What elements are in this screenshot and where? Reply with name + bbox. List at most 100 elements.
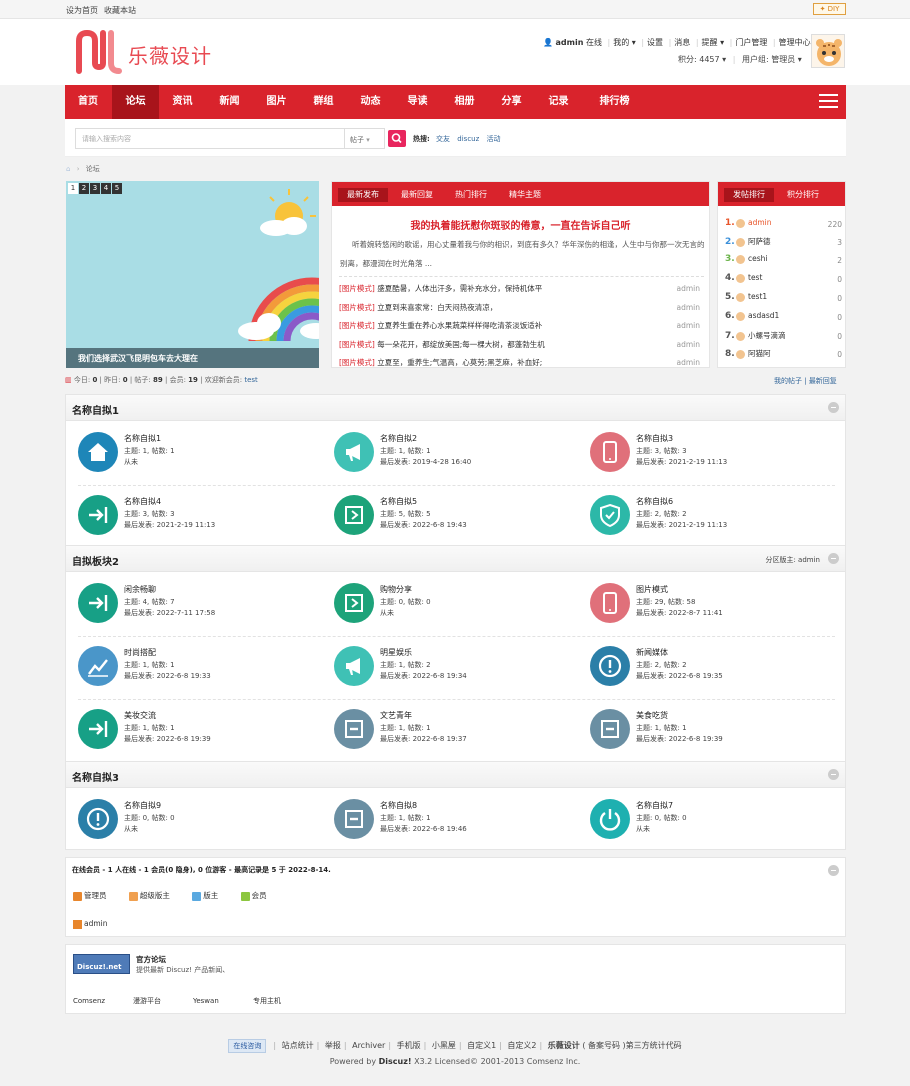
rank-name[interactable]: 阿萨德: [748, 237, 771, 246]
rank-name[interactable]: test1: [748, 292, 767, 301]
minus-box-icon[interactable]: [334, 709, 374, 749]
forum-item[interactable]: 美妆交流 主题: 1, 帖数: 1 最后发表: 2022-6-8 19:39: [66, 697, 316, 757]
forum-last-post[interactable]: 最后发表: 2021-2-19 11:13: [124, 520, 215, 530]
slider-page-5[interactable]: 5: [112, 183, 122, 194]
section-title[interactable]: 名称自拟3: [72, 769, 119, 784]
footer-link[interactable]: 自定义1: [467, 1041, 496, 1050]
nav-news[interactable]: 新闻: [206, 85, 253, 119]
nav-pictures[interactable]: 图片: [253, 85, 300, 119]
hot-link-2[interactable]: discuz: [457, 135, 479, 143]
online-consult-button[interactable]: 在线咨询: [228, 1039, 267, 1053]
link-yeswan[interactable]: Yeswan: [193, 997, 253, 1005]
tab-post-rank[interactable]: 发帖排行: [724, 188, 774, 202]
forum-name[interactable]: 名称自拟4: [124, 496, 161, 507]
collapse-icon[interactable]: [828, 402, 839, 413]
site-logo[interactable]: 乐薇设计: [75, 29, 225, 77]
forum-item[interactable]: 明星娱乐 主题: 1, 帖数: 2 最后发表: 2022-6-8 19:34: [322, 634, 572, 694]
news-tag[interactable]: [图片模式]: [339, 358, 375, 367]
news-tag[interactable]: [图片模式]: [339, 321, 375, 330]
points-link[interactable]: 积分: 4457: [678, 55, 720, 64]
minus-box-icon[interactable]: [334, 799, 374, 839]
forum-name[interactable]: 文艺青年: [380, 710, 412, 721]
forum-item[interactable]: 新闻媒体 主题: 2, 帖数: 2 最后发表: 2022-6-8 19:35: [578, 634, 828, 694]
forum-last-post[interactable]: 最后发表: 2022-6-8 19:43: [380, 520, 467, 530]
news-title[interactable]: 立夏至，重养生;气温高，心莫劳;黑芝麻，补血好;: [377, 358, 542, 367]
nav-guide[interactable]: 导读: [394, 85, 441, 119]
rank-row[interactable]: 8. 阿猫阿 0: [725, 348, 842, 364]
nav-forum[interactable]: 论坛: [112, 85, 159, 119]
rank-row[interactable]: 6. asdasd1 0: [725, 311, 842, 327]
footer-link[interactable]: 小黑屋: [432, 1041, 456, 1050]
online-summary[interactable]: 在线会员 - 1 人在线 - 1 会员(0 隐身), 0 位游客 - 最高记录是…: [72, 865, 331, 875]
collapse-icon[interactable]: [828, 769, 839, 780]
news-tag[interactable]: [图片模式]: [339, 303, 375, 312]
forum-last-post[interactable]: 从未: [636, 824, 650, 834]
reminders-link[interactable]: 提醒: [702, 38, 718, 47]
rank-row[interactable]: 2. 阿萨德 3: [725, 236, 842, 252]
slider-caption[interactable]: 我们选择武汉飞昆明包车去大理在: [66, 348, 319, 368]
forum-name[interactable]: 名称自拟5: [380, 496, 417, 507]
power-icon[interactable]: [590, 799, 630, 839]
discuz-logo[interactable]: Discuz!.net: [73, 954, 130, 974]
forum-item[interactable]: 名称自拟4 主题: 3, 帖数: 3 最后发表: 2021-2-19 11:13: [66, 483, 316, 543]
slider-page-3[interactable]: 3: [90, 183, 100, 194]
set-home-link[interactable]: 设为首页: [66, 6, 98, 15]
nav-news-info[interactable]: 资讯: [159, 85, 206, 119]
footer-link[interactable]: Archiver: [352, 1041, 385, 1050]
section-title[interactable]: 自拟板块2: [72, 553, 119, 568]
forum-last-post[interactable]: 从未: [124, 824, 138, 834]
news-tag[interactable]: [图片模式]: [339, 340, 375, 349]
news-title[interactable]: 立夏到来喜家常：白天闷热夜清凉，: [377, 303, 497, 312]
rank-name[interactable]: ceshi: [748, 254, 767, 263]
alert-icon[interactable]: [590, 646, 630, 686]
settings-link[interactable]: 设置: [647, 38, 663, 47]
forum-last-post[interactable]: 最后发表: 2022-6-8 19:33: [124, 671, 211, 681]
news-author[interactable]: admin: [677, 280, 701, 299]
forum-name[interactable]: 购物分享: [380, 584, 412, 595]
image-slider[interactable]: 12345 我们选择武汉飞昆明包车去大理在: [66, 181, 319, 368]
forum-item[interactable]: 名称自拟7 主题: 0, 帖数: 0 从未: [578, 787, 828, 847]
forum-item[interactable]: 闲余畅聊 主题: 4, 帖数: 7 最后发表: 2022-7-11 17:58: [66, 571, 316, 631]
arrow-in-icon[interactable]: [78, 709, 118, 749]
search-type-select[interactable]: 帖子 ▾: [345, 128, 385, 149]
new-member-link[interactable]: test: [244, 376, 257, 384]
nav-share[interactable]: 分享: [488, 85, 535, 119]
forum-last-post[interactable]: 最后发表: 2021-2-19 11:13: [636, 520, 727, 530]
news-title[interactable]: 立夏养生重在养心水果蔬菜样样得吃清茶淡饭适补: [377, 321, 542, 330]
latest-replies-link[interactable]: 最新回复: [809, 377, 837, 385]
powered-brand[interactable]: Discuz!: [379, 1057, 412, 1066]
forum-name[interactable]: 名称自拟8: [380, 800, 417, 811]
my-posts-link[interactable]: 我的帖子: [774, 377, 802, 385]
news-item[interactable]: [图片模式] 立夏至，重养生;气温高，心莫劳;黑芝麻，补血好; admin: [339, 354, 704, 373]
bookmark-link[interactable]: 收藏本站: [104, 6, 136, 15]
forum-item[interactable]: 名称自拟5 主题: 5, 帖数: 5 最后发表: 2022-6-8 19:43: [322, 483, 572, 543]
nav-home[interactable]: 首页: [65, 85, 111, 119]
tab-latest[interactable]: 最新发布: [338, 188, 388, 202]
messages-link[interactable]: 消息: [674, 38, 690, 47]
tab-featured[interactable]: 精华主题: [500, 188, 550, 202]
news-item[interactable]: [图片模式] 盛夏酷暑，人体出汗多，需补充水分，保持机体平 admin: [339, 280, 704, 299]
portal-admin-link[interactable]: 门户管理: [735, 38, 767, 47]
rank-row[interactable]: 3. ceshi 2: [725, 254, 842, 270]
rank-name[interactable]: admin: [748, 218, 772, 227]
forum-last-post[interactable]: 最后发表: 2022-6-8 19:39: [124, 734, 211, 744]
slider-page-1[interactable]: 1: [68, 183, 78, 194]
footer-brand[interactable]: 乐薇设计: [548, 1041, 580, 1050]
rank-name[interactable]: 阿猫阿: [748, 349, 771, 358]
forum-last-post[interactable]: 从未: [124, 457, 138, 467]
rank-name[interactable]: asdasd1: [748, 311, 779, 320]
news-item[interactable]: [图片模式] 立夏养生重在养心水果蔬菜样样得吃清茶淡饭适补 admin: [339, 317, 704, 336]
news-author[interactable]: admin: [677, 354, 701, 373]
nav-groups[interactable]: 群组: [300, 85, 347, 119]
breadcrumb-current[interactable]: 论坛: [86, 165, 100, 173]
forum-name[interactable]: 新闻媒体: [636, 647, 668, 658]
forum-last-post[interactable]: 最后发表: 2022-6-8 19:46: [380, 824, 467, 834]
rank-name[interactable]: test: [748, 273, 762, 282]
forum-last-post[interactable]: 最后发表: 2022-6-8 19:39: [636, 734, 723, 744]
collapse-icon[interactable]: [828, 865, 839, 876]
forum-name[interactable]: 名称自拟9: [124, 800, 161, 811]
home-icon[interactable]: ⌂: [66, 165, 70, 173]
link-manyou[interactable]: 漫游平台: [133, 996, 193, 1006]
forum-name[interactable]: 名称自拟7: [636, 800, 673, 811]
shield-icon[interactable]: [590, 495, 630, 535]
